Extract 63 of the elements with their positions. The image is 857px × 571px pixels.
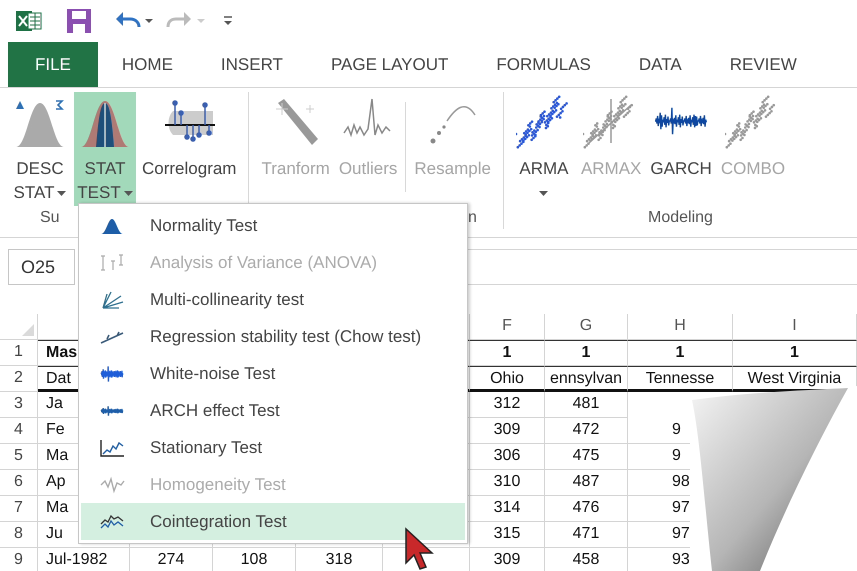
noise-wave-icon	[99, 364, 125, 384]
table-cell: 309	[470, 548, 545, 571]
table-cell: 108	[213, 548, 296, 571]
row-header[interactable]: 1	[0, 340, 38, 366]
table-cell: 318	[296, 548, 383, 571]
file-tab[interactable]: FILE	[8, 42, 98, 87]
table-cell: 315	[470, 522, 545, 548]
table-cell: 309	[470, 418, 545, 444]
table-cell: 1	[733, 340, 857, 366]
ribbon-button[interactable]: STAT TEST	[74, 92, 136, 206]
group-label: Su	[40, 208, 60, 226]
table-cell: 306	[470, 444, 545, 470]
table-cell: Ohio	[470, 366, 545, 392]
table-cell: 9	[672, 447, 681, 464]
row-header[interactable]: 7	[0, 496, 38, 522]
customize-toolbar-icon[interactable]	[222, 14, 234, 28]
ribbon-button[interactable]: ARMA	[512, 92, 575, 206]
ribbon-tab[interactable]: REVIEW	[706, 42, 821, 87]
ribbon-button[interactable]: DESC STAT	[9, 92, 71, 206]
zigzag-icon	[99, 474, 125, 494]
error-bar-icon	[99, 252, 125, 272]
table-cell: 314	[470, 496, 545, 522]
ribbon-button[interactable]: GARCH	[647, 92, 715, 206]
save-icon[interactable]	[66, 8, 92, 34]
name-box[interactable]: O25	[8, 249, 75, 285]
table-cell: 481	[545, 392, 628, 418]
table-cell: 1	[470, 340, 545, 366]
column-header[interactable]: G	[545, 314, 628, 340]
table-cell: 97	[672, 499, 690, 516]
table-cell: Tennesse	[628, 366, 733, 392]
menu-item[interactable]: Cointegration Test	[81, 503, 465, 540]
table-cell: 98	[672, 473, 690, 490]
row-header[interactable]: 9	[0, 548, 38, 571]
column-header[interactable]: H	[628, 314, 733, 340]
column-header[interactable]: F	[470, 314, 545, 340]
ribbon-tab[interactable]: DATA	[614, 42, 706, 87]
table-cell: Jul-1982	[38, 548, 130, 571]
ribbon-tab[interactable]: INSERT	[196, 42, 307, 87]
spreadsheet-app-icon[interactable]	[16, 9, 42, 33]
ribbon-tab[interactable]: FORMULAS	[472, 42, 615, 87]
table-cell: 93	[672, 551, 690, 568]
line-chart-icon	[99, 438, 125, 458]
row-header[interactable]: 4	[0, 418, 38, 444]
table-cell: 1	[545, 340, 628, 366]
row-header[interactable]: 2	[0, 366, 38, 392]
menu-item[interactable]: Normality Test	[81, 207, 465, 244]
group-label: Modeling	[648, 208, 713, 226]
table-cell: ennsylvan	[545, 366, 628, 392]
column-header[interactable]: I	[733, 314, 857, 340]
table-cell: 9	[672, 421, 681, 438]
table-cell: 1	[628, 340, 733, 366]
row-header[interactable]: 3	[0, 392, 38, 418]
group-label: n	[468, 208, 477, 226]
row-header[interactable]: 6	[0, 470, 38, 496]
row-header[interactable]: 8	[0, 522, 38, 548]
table-cell: 274	[130, 548, 213, 571]
row-header[interactable]: 5	[0, 444, 38, 470]
ribbon-tab[interactable]: PAGE LAYOUT	[306, 42, 472, 87]
table-cell: 312	[470, 392, 545, 418]
menu-item[interactable]: Multi-collinearity test	[81, 281, 465, 318]
table-cell: 97	[672, 525, 690, 542]
table-cell: 310	[470, 470, 545, 496]
ribbon-tab[interactable]: HOME	[98, 42, 197, 87]
